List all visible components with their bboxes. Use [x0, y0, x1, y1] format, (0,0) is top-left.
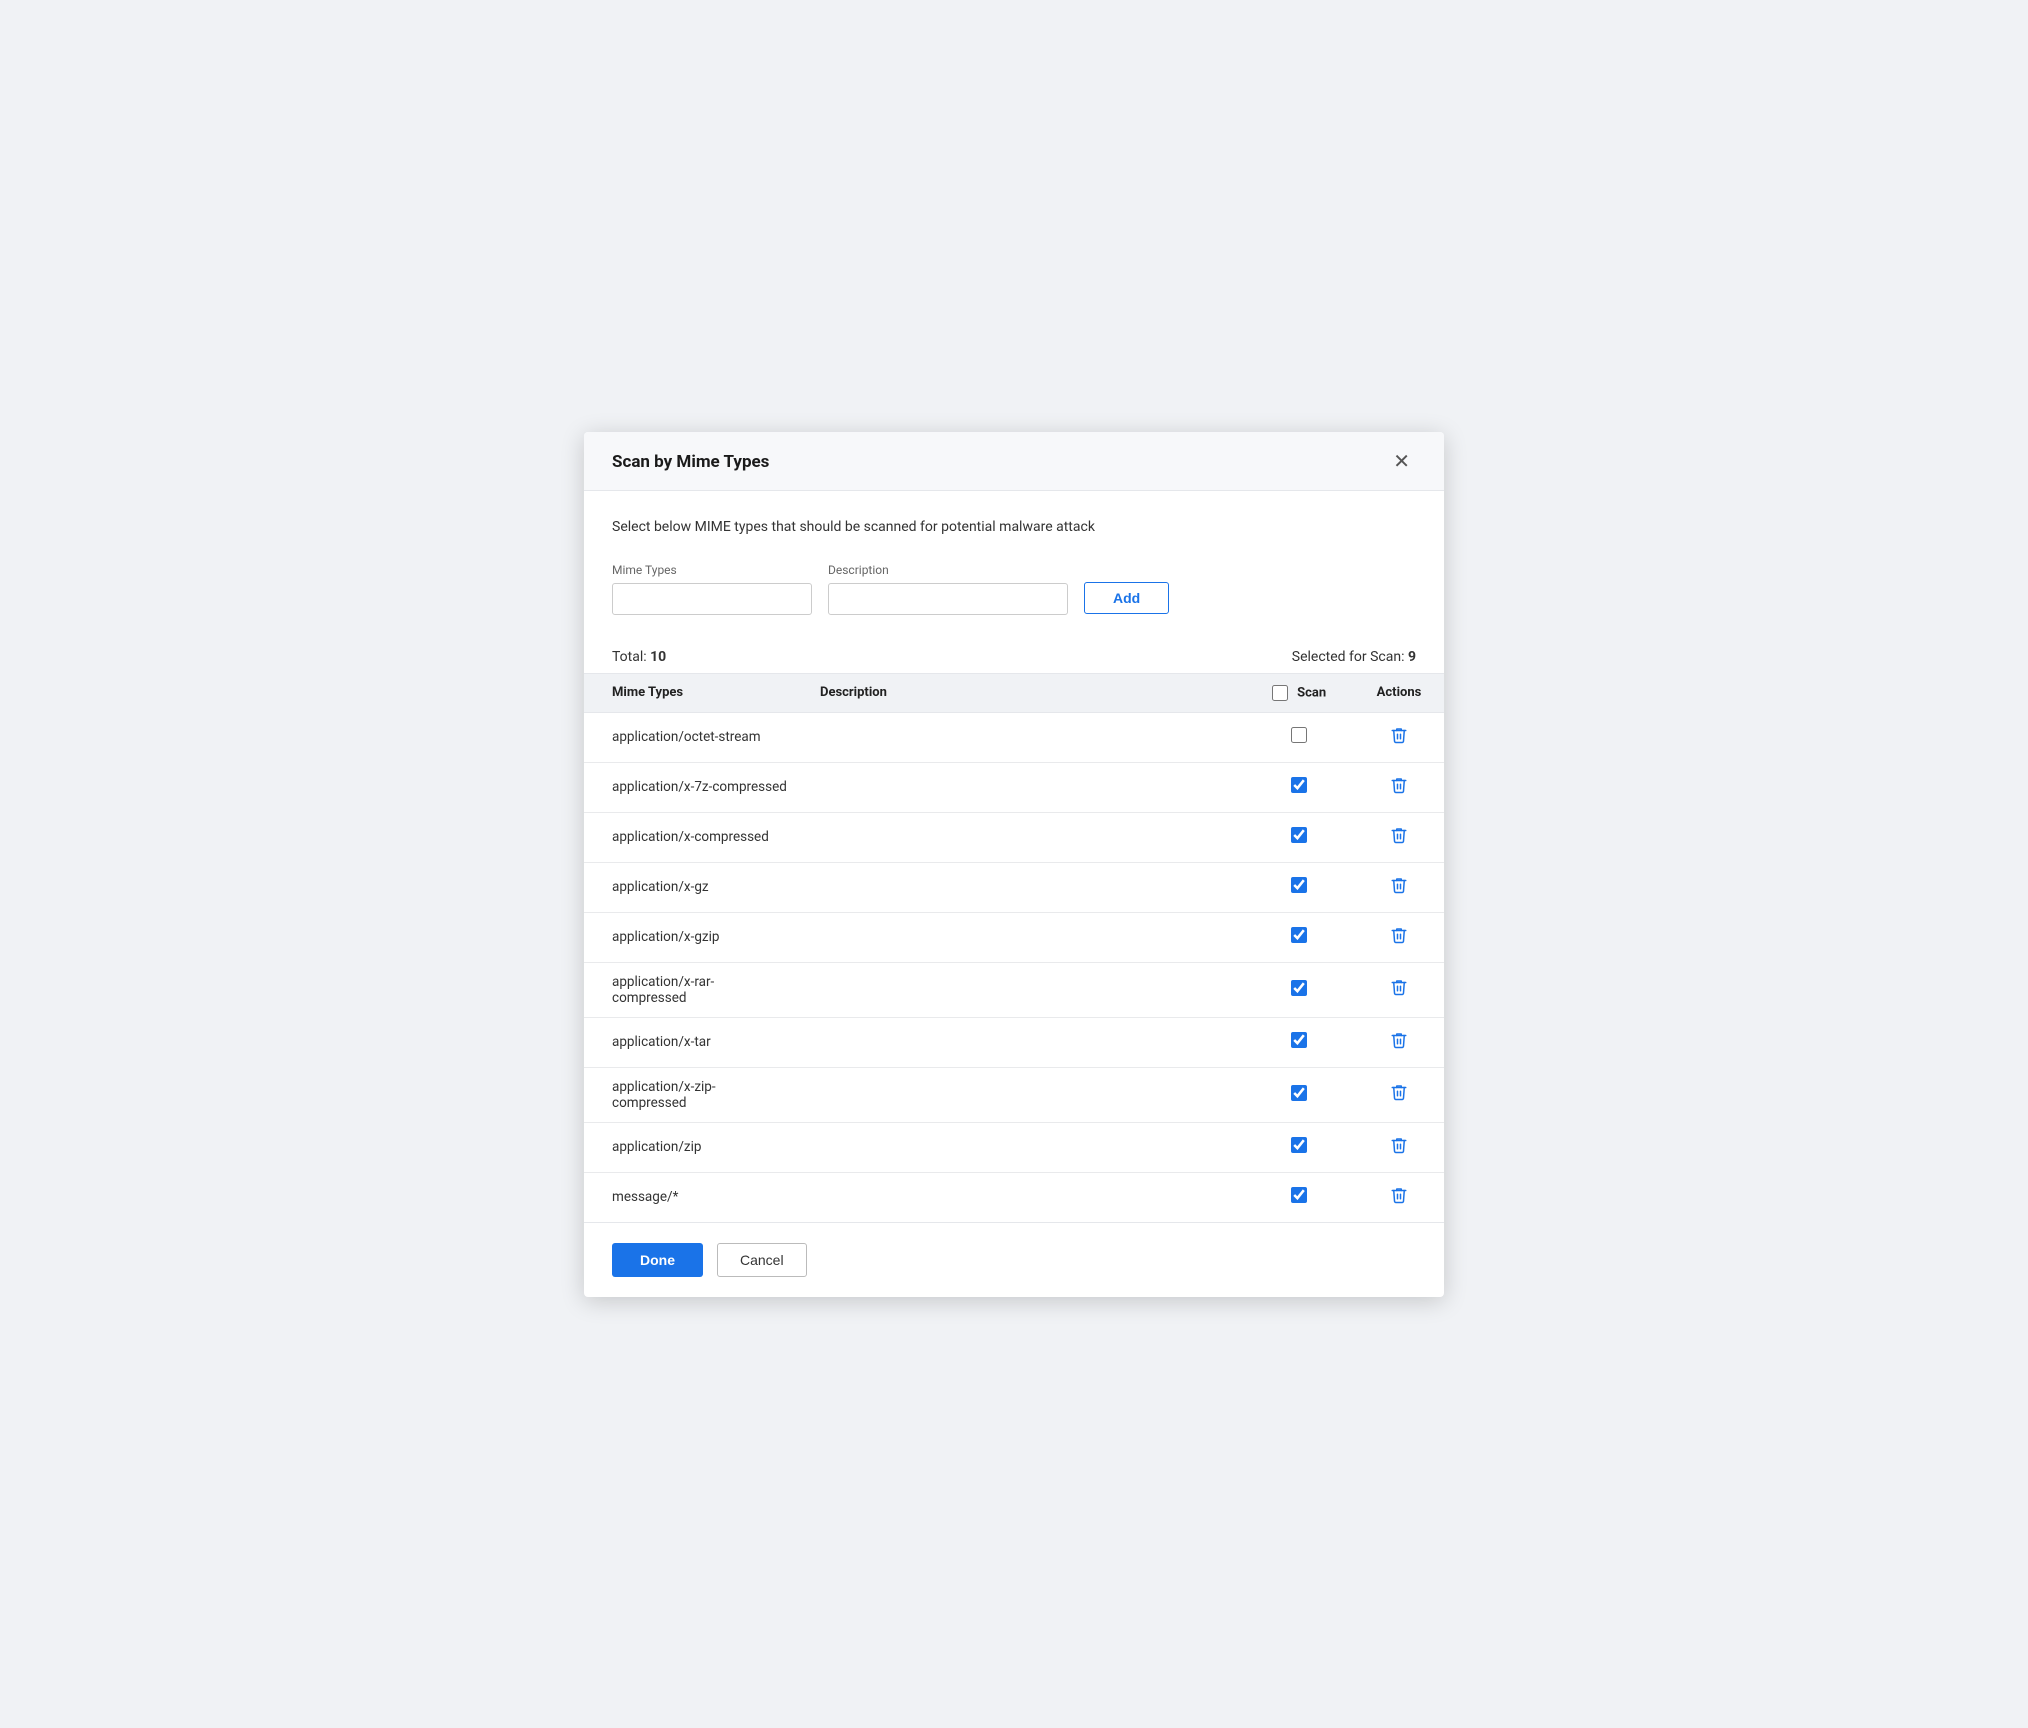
actions-cell	[1354, 1172, 1444, 1222]
form-row: Mime Types Description Add	[612, 563, 1416, 615]
table-row: application/x-tar	[584, 1017, 1444, 1067]
scan-cell	[1244, 762, 1354, 812]
delete-button[interactable]	[1386, 924, 1412, 951]
mime-types-table-container: Mime Types Description Scan Actions appl…	[584, 673, 1444, 1222]
scan-checkbox[interactable]	[1291, 827, 1307, 843]
table-row: application/x-gzip	[584, 912, 1444, 962]
mime-type-cell: application/x-zip-compressed	[584, 1067, 804, 1122]
col-header-actions: Actions	[1354, 674, 1444, 713]
add-button[interactable]: Add	[1084, 582, 1169, 614]
scan-checkbox[interactable]	[1291, 1137, 1307, 1153]
description-cell	[804, 762, 1244, 812]
description-cell	[804, 912, 1244, 962]
scan-cell	[1244, 862, 1354, 912]
scan-cell	[1244, 1172, 1354, 1222]
scan-checkbox[interactable]	[1291, 927, 1307, 943]
delete-button[interactable]	[1386, 1081, 1412, 1108]
scan-checkbox[interactable]	[1291, 1187, 1307, 1203]
scan-cell	[1244, 962, 1354, 1017]
mime-type-input[interactable]	[612, 583, 812, 615]
description-input[interactable]	[828, 583, 1068, 615]
description-cell	[804, 1067, 1244, 1122]
mime-type-cell: message/*	[584, 1172, 804, 1222]
col-header-desc: Description	[804, 674, 1244, 713]
mime-type-cell: application/x-tar	[584, 1017, 804, 1067]
mime-type-cell: application/zip	[584, 1122, 804, 1172]
scan-cell	[1244, 1122, 1354, 1172]
delete-button[interactable]	[1386, 874, 1412, 901]
select-all-checkbox[interactable]	[1272, 685, 1288, 701]
done-button[interactable]: Done	[612, 1243, 703, 1277]
scan-checkbox[interactable]	[1291, 777, 1307, 793]
delete-button[interactable]	[1386, 724, 1412, 751]
dialog-subtitle: Select below MIME types that should be s…	[612, 519, 1416, 535]
total-count: Total: 10	[612, 649, 666, 665]
summary-row: Total: 10 Selected for Scan: 9	[612, 643, 1416, 673]
description-cell	[804, 812, 1244, 862]
table-body: application/octet-streamapplication/x-7z…	[584, 712, 1444, 1222]
actions-cell	[1354, 1017, 1444, 1067]
delete-button[interactable]	[1386, 1184, 1412, 1211]
actions-cell	[1354, 962, 1444, 1017]
table-row: application/x-compressed	[584, 812, 1444, 862]
mime-type-label: Mime Types	[612, 563, 812, 577]
description-cell	[804, 962, 1244, 1017]
table-row: application/x-7z-compressed	[584, 762, 1444, 812]
dialog-header: Scan by Mime Types ✕	[584, 432, 1444, 491]
actions-cell	[1354, 862, 1444, 912]
actions-cell	[1354, 712, 1444, 762]
col-header-mime: Mime Types	[584, 674, 804, 713]
description-group: Description	[828, 563, 1068, 615]
description-cell	[804, 1172, 1244, 1222]
delete-button[interactable]	[1386, 1134, 1412, 1161]
scan-checkbox[interactable]	[1291, 1032, 1307, 1048]
delete-button[interactable]	[1386, 976, 1412, 1003]
mime-type-cell: application/octet-stream	[584, 712, 804, 762]
mime-types-table: Mime Types Description Scan Actions appl…	[584, 674, 1444, 1222]
scan-cell	[1244, 1017, 1354, 1067]
table-row: application/x-zip-compressed	[584, 1067, 1444, 1122]
dialog-body: Select below MIME types that should be s…	[584, 491, 1444, 1222]
mime-type-cell: application/x-gz	[584, 862, 804, 912]
delete-button[interactable]	[1386, 774, 1412, 801]
table-row: application/octet-stream	[584, 712, 1444, 762]
close-button[interactable]: ✕	[1387, 450, 1416, 474]
actions-cell	[1354, 1122, 1444, 1172]
mime-type-group: Mime Types	[612, 563, 812, 615]
selected-count: Selected for Scan: 9	[1292, 649, 1416, 665]
table-row: application/x-gz	[584, 862, 1444, 912]
dialog-footer: Done Cancel	[584, 1222, 1444, 1297]
table-row: message/*	[584, 1172, 1444, 1222]
description-cell	[804, 712, 1244, 762]
scan-checkbox[interactable]	[1291, 980, 1307, 996]
scan-checkbox[interactable]	[1291, 877, 1307, 893]
scan-checkbox[interactable]	[1291, 1085, 1307, 1101]
description-cell	[804, 1122, 1244, 1172]
scan-cell	[1244, 812, 1354, 862]
actions-cell	[1354, 912, 1444, 962]
mime-type-cell: application/x-gzip	[584, 912, 804, 962]
actions-cell	[1354, 812, 1444, 862]
actions-cell	[1354, 1067, 1444, 1122]
dialog-title: Scan by Mime Types	[612, 452, 769, 472]
mime-type-cell: application/x-compressed	[584, 812, 804, 862]
mime-type-cell: application/x-7z-compressed	[584, 762, 804, 812]
actions-cell	[1354, 762, 1444, 812]
cancel-button[interactable]: Cancel	[717, 1243, 807, 1277]
scan-cell	[1244, 912, 1354, 962]
scan-checkbox[interactable]	[1291, 727, 1307, 743]
description-cell	[804, 1017, 1244, 1067]
scan-mime-types-dialog: Scan by Mime Types ✕ Select below MIME t…	[584, 432, 1444, 1297]
description-label: Description	[828, 563, 1068, 577]
description-cell	[804, 862, 1244, 912]
col-header-scan: Scan	[1244, 674, 1354, 713]
scan-cell	[1244, 712, 1354, 762]
delete-button[interactable]	[1386, 824, 1412, 851]
mime-type-cell: application/x-rar-compressed	[584, 962, 804, 1017]
scan-cell	[1244, 1067, 1354, 1122]
delete-button[interactable]	[1386, 1029, 1412, 1056]
table-row: application/x-rar-compressed	[584, 962, 1444, 1017]
table-row: application/zip	[584, 1122, 1444, 1172]
table-header-row: Mime Types Description Scan Actions	[584, 674, 1444, 713]
